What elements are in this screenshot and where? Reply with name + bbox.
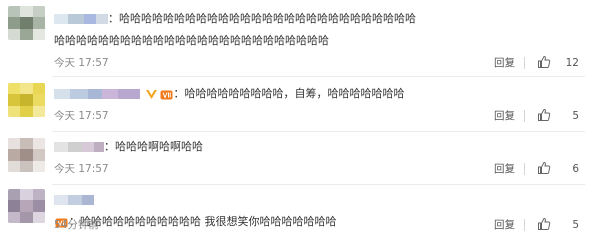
meta-divider [524,110,525,122]
like-count: 5 [572,219,579,231]
thumbs-up-icon [538,55,551,68]
comment-content: ：哈哈哈哈哈哈哈哈哈，自筹，哈哈哈哈哈哈哈 [173,87,405,100]
comment-item: ：哈哈哈哈哈哈哈哈哈哈哈哈哈哈哈哈哈哈哈哈哈哈哈哈哈哈哈 哈哈哈哈哈哈哈哈哈哈哈… [0,0,595,77]
avatar[interactable] [8,138,45,172]
comment-meta: 54分钟前 回复 5 [54,217,581,233]
reply-button[interactable]: 回复 [494,55,515,71]
thumbs-up-icon [538,217,551,230]
timestamp: 今天 17:57 [54,57,109,69]
avatar-image [8,189,45,223]
comment-item: ：哈哈哈哈哈哈哈哈哈哈哈 我很想笑你哈哈哈哈哈哈哈 54分钟前 回复 5 [0,185,595,240]
reply-button[interactable]: 回复 [494,108,515,124]
avatar-image [8,83,45,117]
username[interactable] [54,14,108,24]
avatar[interactable] [8,6,45,40]
meta-divider [524,219,525,231]
comment-content: ：哈哈哈啊哈啊哈哈 [104,140,203,153]
timestamp: 今天 17:57 [54,163,109,175]
avatar[interactable] [8,83,45,117]
avatar[interactable] [8,189,45,223]
timestamp: 今天 17:57 [54,110,109,122]
like-button[interactable]: 6 [535,161,581,177]
vip-badge-icon [160,90,172,99]
comment-meta: 今天 17:57 回复 5 [54,108,581,124]
like-button[interactable]: 12 [535,55,581,71]
username[interactable] [54,142,104,152]
like-button[interactable]: 5 [535,217,581,233]
comment-text: ：哈哈哈哈哈哈哈哈哈，自筹，哈哈哈哈哈哈哈 [54,83,581,105]
comment-content-continued: 哈哈哈哈哈哈哈哈哈哈哈哈哈哈哈哈哈哈哈哈哈哈哈哈哈 [54,34,329,47]
comment-meta: 今天 17:57 回复 12 [54,55,581,71]
reply-button[interactable]: 回复 [494,217,515,233]
avatar-image [8,6,45,40]
username[interactable] [54,89,140,99]
comment-text: ：哈哈哈啊哈啊哈哈 [54,136,581,158]
like-count: 5 [572,110,579,122]
comment-feed: ：哈哈哈哈哈哈哈哈哈哈哈哈哈哈哈哈哈哈哈哈哈哈哈哈哈哈哈 哈哈哈哈哈哈哈哈哈哈哈… [0,0,595,240]
meta-divider [524,57,525,69]
like-count: 12 [565,57,579,69]
timestamp: 54分钟前 [54,219,99,231]
like-button[interactable]: 5 [535,108,581,124]
avatar-image [8,138,45,172]
verified-v-icon [145,89,157,99]
comment-item: ：哈哈哈啊哈啊哈哈 今天 17:57 回复 6 [0,132,595,185]
reply-button[interactable]: 回复 [494,161,515,177]
comment-item: ：哈哈哈哈哈哈哈哈哈，自筹，哈哈哈哈哈哈哈 今天 17:57 回复 5 [0,77,595,132]
thumbs-up-icon [538,108,551,121]
comment-meta: 今天 17:57 回复 6 [54,161,581,177]
meta-divider [524,163,525,175]
like-count: 6 [572,163,579,175]
username[interactable] [54,195,94,205]
comment-text: ：哈哈哈哈哈哈哈哈哈哈哈哈哈哈哈哈哈哈哈哈哈哈哈哈哈哈哈 哈哈哈哈哈哈哈哈哈哈哈… [54,8,581,52]
thumbs-up-icon [538,161,551,174]
comment-content: ：哈哈哈哈哈哈哈哈哈哈哈哈哈哈哈哈哈哈哈哈哈哈哈哈哈哈哈 [108,12,416,25]
